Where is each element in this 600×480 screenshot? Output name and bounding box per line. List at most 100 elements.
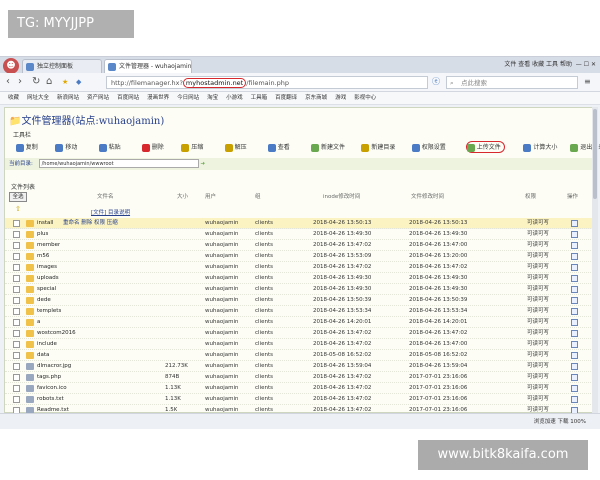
bookmark-item[interactable]: 京东商城 — [305, 92, 327, 104]
table-row[interactable]: special wuhaojamin clients 2018-04-26 13:49… — [5, 284, 595, 295]
table-row[interactable]: uploads wuhaojamin clients 2018-04-26 13:49… — [5, 273, 595, 284]
cell-name[interactable]: member — [37, 240, 60, 251]
row-checkbox[interactable] — [13, 330, 20, 337]
tab-control-panel[interactable]: 独立控制面板 — [22, 59, 102, 73]
row-checkbox[interactable] — [13, 220, 20, 227]
edit-icon[interactable] — [571, 308, 578, 315]
edit-icon[interactable] — [571, 242, 578, 249]
home-icon[interactable]: ⌂ — [46, 76, 52, 88]
tab-file-manager[interactable]: 文件管理器 - wuhaojamin — [104, 59, 192, 73]
bookmark-item[interactable]: 百度翻译 — [275, 92, 297, 104]
edit-icon[interactable] — [571, 352, 578, 359]
cell-name[interactable]: favicon.ico — [37, 383, 67, 394]
edit-icon[interactable] — [571, 363, 578, 370]
table-row[interactable]: favicon.ico 1.13K wuhaojamin clients 2018-04… — [5, 383, 595, 394]
cell-name[interactable]: include — [37, 339, 57, 350]
cell-name[interactable]: uploads — [37, 273, 59, 284]
directory-info-link[interactable]: [文件] 目录说明 — [91, 208, 130, 216]
table-row[interactable]: plus wuhaojamin clients 2018-04-26 13:49:30… — [5, 229, 595, 240]
table-row[interactable]: tags.php 874B wuhaojamin clients 2018-04-26 … — [5, 372, 595, 383]
bookmark-item[interactable]: 游戏 — [335, 92, 346, 104]
toolbar-button[interactable]: 压缩 — [181, 142, 203, 154]
bookmark-item[interactable]: 影视中心 — [354, 92, 376, 104]
reload-icon[interactable]: ↻ — [32, 76, 40, 88]
edit-icon[interactable] — [571, 341, 578, 348]
cell-name[interactable]: dede — [37, 295, 51, 306]
bookmark-item[interactable]: 百度网站 — [117, 92, 139, 104]
bookmark-item[interactable]: 工具箱 — [251, 92, 268, 104]
table-row[interactable]: a wuhaojamin clients 2018-04-26 14:20:01 201… — [5, 317, 595, 328]
row-checkbox[interactable] — [13, 253, 20, 260]
edit-icon[interactable] — [571, 275, 578, 282]
search-engine-icon[interactable]: ⓔ — [432, 76, 440, 88]
back-icon[interactable]: ‹ — [6, 76, 10, 88]
toolbar-button[interactable]: 删除 — [141, 142, 164, 154]
cell-name[interactable]: data — [37, 350, 49, 361]
cell-name[interactable]: tags.php — [37, 372, 61, 383]
row-checkbox[interactable] — [13, 275, 20, 282]
table-row[interactable]: dede wuhaojamin clients 2018-04-26 13:50:39… — [5, 295, 595, 306]
edit-icon[interactable] — [571, 330, 578, 337]
window-menu[interactable]: 文件 查看 收藏 工具 帮助 — ☐ ✕ — [504, 59, 596, 68]
toolbar-button[interactable]: 复制 — [15, 142, 38, 154]
url-input[interactable]: http://filemanager.hx? myhostadmin.net/fi… — [106, 76, 428, 89]
toolbar-button[interactable]: 新建文件 — [311, 142, 345, 154]
column-header[interactable]: 组 — [255, 190, 261, 204]
row-checkbox[interactable] — [13, 231, 20, 238]
edit-icon[interactable] — [571, 286, 578, 293]
row-checkbox[interactable] — [13, 264, 20, 271]
cell-name[interactable]: robots.txt — [37, 394, 64, 405]
toolbar-button[interactable]: 上传文件 — [465, 141, 505, 153]
edit-icon[interactable] — [571, 385, 578, 392]
table-row[interactable]: data wuhaojamin clients 2018-05-08 16:52:02… — [5, 350, 595, 361]
search-input[interactable]: ⌕ 点此搜索 — [446, 76, 578, 89]
menu-icon[interactable]: ≡ — [584, 76, 591, 88]
edit-icon[interactable] — [571, 231, 578, 238]
row-checkbox[interactable] — [13, 242, 20, 249]
bookmark-item[interactable]: 网址大全 — [27, 92, 49, 104]
table-row[interactable]: robots.txt 1.13K wuhaojamin clients 2018-04-… — [5, 394, 595, 405]
column-header[interactable]: 大小 — [177, 190, 188, 204]
bookmark-item[interactable]: 资产网站 — [87, 92, 109, 104]
column-header[interactable]: 用户 — [205, 190, 216, 204]
table-row[interactable]: m56 wuhaojamin clients 2018-04-26 13:53:09 2… — [5, 251, 595, 262]
table-row[interactable]: dlmacror.jpg 212.73K wuhaojamin clients 2018… — [5, 361, 595, 372]
edit-icon[interactable] — [571, 319, 578, 326]
toolbar-button[interactable]: 权限设置 — [411, 142, 446, 154]
row-checkbox[interactable] — [13, 341, 20, 348]
toolbar-button[interactable]: 新建目录 — [361, 142, 395, 154]
toolbar-button[interactable]: 查看 — [267, 142, 290, 154]
row-checkbox[interactable] — [13, 308, 20, 315]
row-checkbox[interactable] — [13, 363, 20, 370]
forward-icon[interactable]: › — [18, 76, 22, 88]
go-icon[interactable]: ➜ — [200, 161, 205, 167]
edit-icon[interactable] — [571, 264, 578, 271]
table-row[interactable]: member wuhaojamin clients 2018-04-26 13:47:… — [5, 240, 595, 251]
bookmark-item[interactable]: 新浪网站 — [57, 92, 79, 104]
row-checkbox[interactable] — [13, 385, 20, 392]
star-icon[interactable]: ★ — [62, 76, 68, 88]
cell-name[interactable]: wostcom2016 — [37, 328, 76, 339]
column-header[interactable]: 文件修改时间 — [411, 190, 444, 204]
bookmark-item[interactable]: 淘宝 — [207, 92, 218, 104]
bookmark-item[interactable]: 小游戏 — [226, 92, 243, 104]
column-header[interactable]: 文件名 — [97, 190, 114, 204]
row-action-links[interactable]: 重命名 删除 权限 压缩 — [63, 218, 118, 229]
toolbar-button[interactable]: 解压 — [224, 142, 247, 154]
toolbar-button[interactable]: 计算大小 — [523, 142, 557, 154]
cell-name[interactable]: install — [37, 218, 53, 229]
cell-name[interactable]: m56 — [37, 251, 49, 262]
row-checkbox[interactable] — [13, 319, 20, 326]
edit-icon[interactable] — [571, 396, 578, 403]
edit-icon[interactable] — [571, 220, 578, 227]
vertical-scrollbar[interactable] — [592, 107, 598, 413]
table-row[interactable]: wostcom2016 wuhaojamin clients 2018-04-26 1… — [5, 328, 595, 339]
cell-name[interactable]: a — [37, 317, 40, 328]
bookmark-item[interactable]: 今日网站 — [177, 92, 199, 104]
table-row[interactable]: images wuhaojamin clients 2018-04-26 13:47:… — [5, 262, 595, 273]
cell-name[interactable]: dlmacror.jpg — [37, 361, 71, 372]
toolbar-button[interactable]: 粘贴 — [98, 142, 121, 154]
row-checkbox[interactable] — [13, 352, 20, 359]
toolbar-button[interactable]: 移动 — [55, 142, 77, 154]
bookmark-item[interactable]: 收藏 — [8, 92, 19, 104]
